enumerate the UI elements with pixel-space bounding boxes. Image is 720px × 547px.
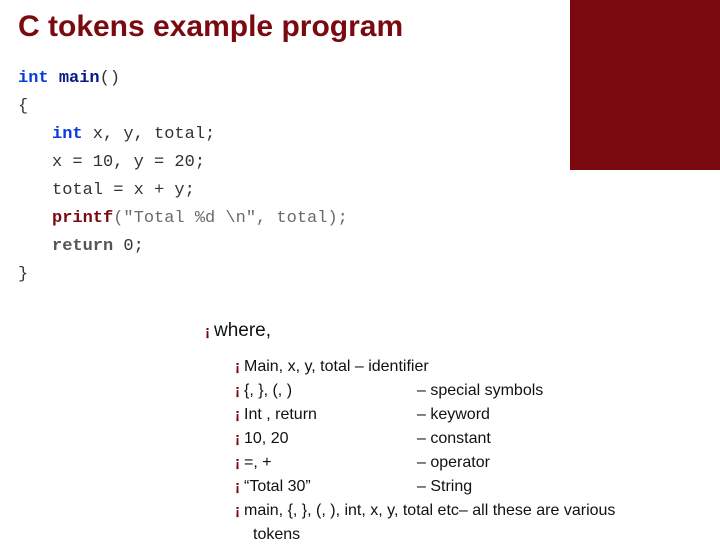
bullet-list: ¡ Main, x, y, total – identifier ¡ {, },…: [235, 355, 615, 547]
code-line: x = 10, y = 20;: [18, 149, 348, 177]
bullet-right: – special symbols: [417, 379, 543, 403]
code-text: x, y, total;: [83, 125, 216, 144]
code-block: int main() { int x, y, total; x = 10, y …: [18, 65, 348, 289]
bullet-left: Int , return: [244, 403, 417, 427]
bullet-left: “Total 30”: [244, 475, 417, 499]
list-item: ¡ main, {, }, (, ), int, x, y, total etc…: [235, 499, 615, 523]
code-line: return 0;: [18, 233, 348, 261]
bullet-icon: ¡: [235, 451, 240, 475]
where-label: ¡where,: [205, 320, 271, 342]
code-line: {: [18, 93, 348, 121]
bullet-icon: ¡: [235, 355, 240, 379]
bullet-icon: ¡: [235, 379, 240, 403]
code-line: printf("Total %d \n", total);: [18, 205, 348, 233]
bullet-icon: ¡: [235, 403, 240, 427]
string-arg: ("Total %d \n", total);: [113, 209, 348, 228]
bullet-icon: ¡: [205, 323, 210, 340]
bullet-icon: ¡: [235, 499, 240, 523]
bullet-right: – keyword: [417, 403, 490, 427]
accent-box: [570, 0, 720, 170]
bullet-icon: ¡: [235, 427, 240, 451]
fn-printf: printf: [52, 209, 113, 228]
list-item: ¡ “Total 30” – String: [235, 475, 615, 499]
code-line: int main(): [18, 65, 348, 93]
bullet-left: {, }, (, ): [244, 379, 417, 403]
keyword-int: int: [52, 125, 83, 144]
bullet-icon: ¡: [235, 475, 240, 499]
list-item: ¡ {, }, (, ) – special symbols: [235, 379, 615, 403]
list-item: ¡ Int , return – keyword: [235, 403, 615, 427]
code-line: int x, y, total;: [18, 121, 348, 149]
keyword-int: int: [18, 69, 49, 88]
list-item: ¡ Main, x, y, total – identifier: [235, 355, 615, 379]
list-item: ¡ =, + – operator: [235, 451, 615, 475]
slide-title: C tokens example program: [18, 10, 403, 44]
bullet-text: Main, x, y, total – identifier: [244, 355, 429, 379]
code-line: total = x + y;: [18, 177, 348, 205]
code-text: 0;: [113, 237, 144, 256]
list-item-cont: tokens: [253, 523, 615, 547]
keyword-return: return: [52, 237, 113, 256]
where-text: where,: [214, 320, 271, 341]
list-item: ¡ 10, 20 – constant: [235, 427, 615, 451]
bullet-right: – operator: [417, 451, 490, 475]
code-line: }: [18, 261, 348, 289]
bullet-left: =, +: [244, 451, 417, 475]
bullet-text: main, {, }, (, ), int, x, y, total etc– …: [244, 499, 615, 523]
fn-main: main: [59, 69, 100, 88]
bullet-right: – constant: [417, 427, 491, 451]
bullet-text: tokens: [253, 523, 300, 547]
bullet-left: 10, 20: [244, 427, 417, 451]
bullet-right: – String: [417, 475, 472, 499]
parens: (): [100, 69, 120, 88]
